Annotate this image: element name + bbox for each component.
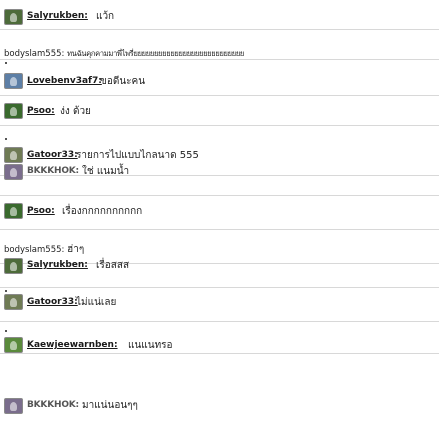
username-link[interactable]: Psoo: [27, 106, 55, 116]
username-link[interactable]: Salyrukben: [27, 260, 88, 270]
chat-message: BKKKHOK: มาแน่นอนๆๆ [0, 354, 439, 437]
user-avatar[interactable] [4, 147, 23, 163]
message-text: เรื่อสสส [96, 260, 130, 271]
user-avatar[interactable] [4, 164, 23, 180]
chat-message: Salyrukben: แว้ก [0, 0, 439, 30]
chat-feed: Salyrukben: แว้ก bodyslam555: ทนฉันคุกคา… [0, 0, 439, 437]
message-text: ใช่ แนมน้ำ [82, 166, 130, 177]
chat-message: bodyslam555: ฮ่าๆ [0, 230, 439, 264]
chat-message: Psoo: เรื่องกกกกกกกกกก [0, 196, 439, 230]
message-text: ขอดีนะคน [100, 76, 146, 87]
message-line: bodyslam555: ฮ่าๆ [4, 242, 84, 257]
bullet-dot [5, 330, 7, 332]
message-text: มาแน่นอนๆๆ [82, 400, 138, 411]
username-text[interactable]: BKKKHOK: [27, 166, 79, 176]
user-avatar[interactable] [4, 73, 23, 89]
username-text: bodyslam555: [4, 245, 65, 255]
username-link[interactable]: Lovebenv3af7: [27, 76, 102, 86]
chat-message: BKKKHOK: ใช่ แนมน้ำ [0, 164, 439, 196]
user-avatar[interactable] [4, 9, 23, 25]
username-text[interactable]: BKKKHOK: [27, 400, 79, 410]
username-text: bodyslam555: [4, 49, 65, 59]
chat-message: Lovebenv3af7: ขอดีนะคน [0, 60, 439, 96]
user-avatar[interactable] [4, 258, 23, 274]
user-avatar[interactable] [4, 203, 23, 219]
message-line: bodyslam555: ทนฉันคุกคามมาพี่ไพรี่ยยยยยย… [4, 48, 244, 60]
user-avatar[interactable] [4, 294, 23, 310]
username-link[interactable]: Salyrukben: [27, 11, 88, 21]
message-text: ทนฉันคุกคามมาพี่ไพรี่ยยยยยยยยยยยยยยยยยยย… [67, 49, 245, 58]
user-avatar[interactable] [4, 337, 23, 353]
user-avatar[interactable] [4, 103, 23, 119]
chat-message: Kaewjeewarnben: แนแนทรอ [0, 322, 439, 354]
bullet-dot [5, 290, 7, 292]
chat-message: Psoo: ง่ง ด้วย [0, 96, 439, 126]
message-text: รายการไปแบบไกลนาด 555 [76, 150, 199, 161]
bullet-dot [5, 138, 7, 140]
chat-message: Gatoor33: ไม่แน่เลย [0, 288, 439, 322]
message-text: แว้ก [96, 11, 115, 22]
username-link[interactable]: Gatoor33: [27, 297, 78, 307]
chat-message: bodyslam555: ทนฉันคุกคามมาพี่ไพรี่ยยยยยย… [0, 30, 439, 60]
message-text: เรื่องกกกกกกกกกก [62, 206, 143, 217]
chat-message: Salyrukben: เรื่อสสส [0, 258, 439, 288]
username-link[interactable]: Gatoor33: [27, 150, 78, 160]
user-avatar[interactable] [4, 398, 23, 414]
message-text: ไม่แน่เลย [76, 297, 117, 308]
username-link[interactable]: Psoo: [27, 206, 55, 216]
message-text: ฮ่าๆ [67, 244, 85, 255]
message-text: ง่ง ด้วย [60, 106, 91, 117]
bullet-dot [5, 62, 7, 64]
username-link[interactable]: Kaewjeewarnben: [27, 340, 118, 350]
message-text: แนแนทรอ [128, 340, 173, 351]
